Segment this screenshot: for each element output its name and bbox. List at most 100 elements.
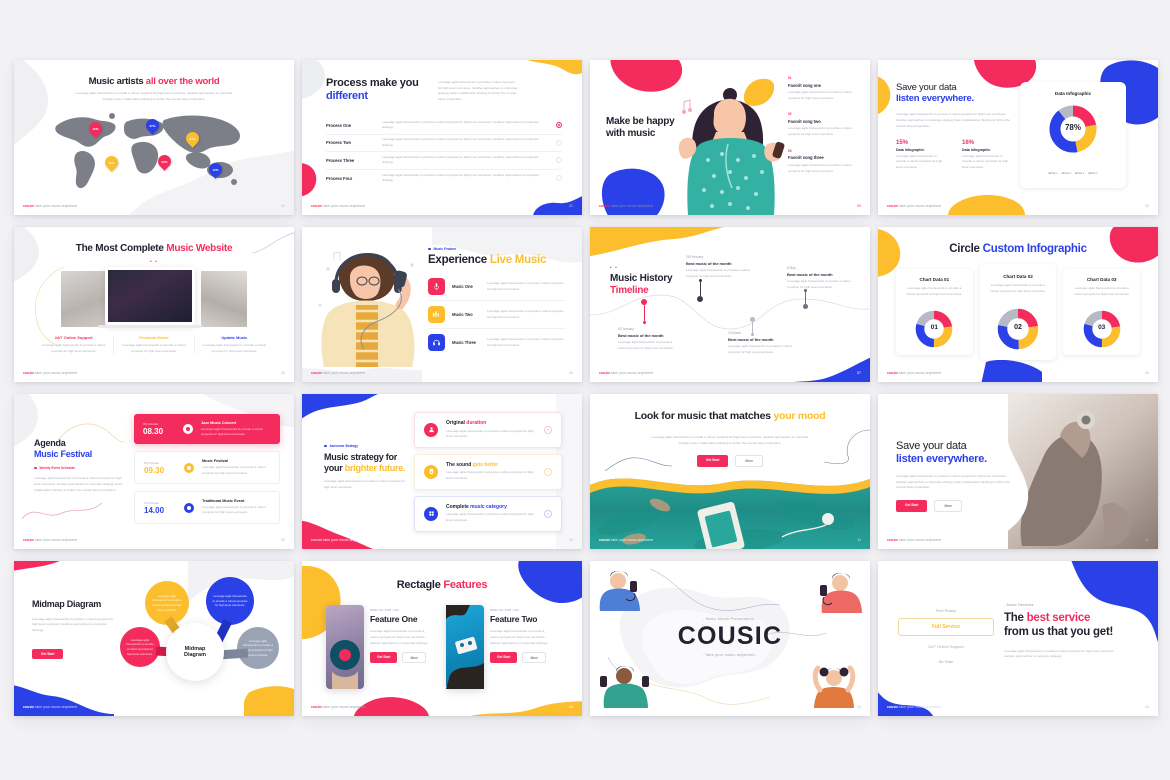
- slide-thumbnail-the-most-complete-music-website[interactable]: The Most Complete Music Website • • 24/7…: [14, 227, 294, 382]
- get-start-button[interactable]: Get Start: [896, 500, 928, 513]
- more-button[interactable]: More: [934, 500, 963, 513]
- person-illustration-bottom-right: [812, 665, 856, 708]
- chevron-right-icon[interactable]: ›: [544, 467, 552, 476]
- decorative-curve-right: [823, 429, 870, 464]
- map-pin[interactable]: 19%: [102, 153, 121, 172]
- map-pin[interactable]: 27%: [143, 116, 162, 135]
- process-description: Leverage agile frameworks to provide a r…: [382, 154, 539, 165]
- menu-item[interactable]: 24/7 Online Support: [898, 639, 994, 654]
- slide-thumbnail-music-artists-map[interactable]: Music artists all over the world Leverag…: [14, 60, 294, 215]
- agenda-item[interactable]: 10 October 14.00 Traditional Music Event…: [134, 491, 280, 525]
- slide-number: 12: [1145, 538, 1149, 542]
- slide-thumbnail-agenda-music-festival[interactable]: Agenda Music Festival Weekly Event Schedu…: [14, 394, 294, 549]
- favorite-song-item[interactable]: 01 Favorit song one Leverage agile frame…: [788, 76, 854, 101]
- process-radio[interactable]: [556, 175, 562, 182]
- cover-eyebrow: - Music Media Presentation -: [702, 617, 758, 621]
- slide-title: The Most Complete Music Website: [75, 243, 233, 254]
- process-row[interactable]: Process Two Leverage agile frameworks to…: [326, 135, 562, 152]
- more-button[interactable]: More: [402, 652, 427, 664]
- more-button[interactable]: More: [735, 455, 764, 467]
- more-button[interactable]: More: [522, 652, 547, 664]
- item-number: 01: [788, 76, 792, 80]
- chart-card[interactable]: Chart Data 02 Leverage agile frameworks …: [979, 264, 1057, 360]
- chevron-right-icon[interactable]: ›: [544, 425, 552, 434]
- chart-card[interactable]: Chart Data 01 Leverage agile frameworks …: [896, 269, 973, 355]
- slide-footer-brand: cousic take your music anywhere: [887, 538, 942, 542]
- timeline-node[interactable]: [803, 289, 808, 309]
- menu-item[interactable]: Be Rate: [898, 654, 994, 669]
- process-row[interactable]: Process Three Leverage agile frameworks …: [326, 152, 562, 170]
- event-label: Best music of the month: [618, 333, 664, 338]
- get-start-button[interactable]: Get Start: [696, 455, 729, 467]
- get-start-button[interactable]: Get Start: [490, 652, 518, 664]
- feature-description: Leverage agile frameworks to provide a r…: [487, 308, 564, 319]
- feature-column[interactable]: 24/7 Online Support Leverage agile frame…: [34, 335, 113, 354]
- item-label: Favorit song one: [788, 82, 821, 88]
- feature-block[interactable]: SPECIAL FOR YOU Feature One Leverage agi…: [326, 605, 428, 689]
- slide-thumbnail-music-history-timeline[interactable]: • • Music History Timeline 02 January Bes…: [590, 227, 870, 382]
- map-pin[interactable]: 12%: [206, 160, 225, 179]
- mindmap-center-node[interactable]: Midmap Diagram: [166, 623, 224, 681]
- music-feature-row[interactable]: Music One Leverage agile frameworks to p…: [428, 273, 566, 301]
- decorative-blob-pink: [302, 163, 317, 197]
- slide-thumbnail-circle-custom-infographic[interactable]: Circle Custom Infographic Chart Data 01 …: [878, 227, 1158, 382]
- agenda-time: 14.00: [144, 505, 165, 515]
- process-row[interactable]: Process Four Leverage agile frameworks t…: [326, 170, 562, 188]
- agenda-time: 08.30: [143, 427, 164, 437]
- get-start-button[interactable]: Get Start: [370, 652, 398, 664]
- slide-thumbnail-process-make-you-different[interactable]: Process make you different Leverage agile…: [302, 60, 582, 215]
- event-date: 02 January: [618, 327, 634, 331]
- slide-thumbnail-save-your-data-infographic[interactable]: Save your data listen everywhere. Leverag…: [878, 60, 1158, 215]
- slide-thumbnail-experience-live-music[interactable]: Music Feature Experience Live Music Musi…: [302, 227, 582, 382]
- data-infographic-card[interactable]: Data Infographic 78% ■Data 1 ■Data 2 ■Da…: [1020, 82, 1126, 188]
- timeline-node[interactable]: [697, 279, 703, 302]
- strategy-card[interactable]: Original duration Leverage agile framewo…: [414, 412, 562, 448]
- process-row[interactable]: Process One Leverage agile frameworks to…: [326, 117, 562, 135]
- menu-item[interactable]: Feel Ready: [898, 603, 994, 618]
- music-feature-row[interactable]: Music Two Leverage agile frameworks to p…: [428, 301, 566, 329]
- slide-thumbnail-make-be-happy-with-music[interactable]: Make be happy with music 01 Favorit song…: [590, 60, 870, 215]
- slide-description: Leverage agile frameworks to provide a r…: [34, 476, 123, 492]
- bullet-dot-icon: [34, 466, 37, 470]
- favorite-song-item[interactable]: 03 Favorit song three Leverage agile fra…: [788, 149, 854, 174]
- process-radio[interactable]: [556, 157, 562, 164]
- slide-thumbnail-rectagle-features[interactable]: Rectagle Features SPECIAL FOR YOU Featur…: [302, 561, 582, 716]
- agenda-marker-icon: [183, 424, 193, 435]
- slide-thumbnail-save-your-data-listen-everywhere[interactable]: Save your data listen everywhere. Leverag…: [878, 394, 1158, 549]
- favorite-song-item[interactable]: 02 Favorit song two Leverage agile frame…: [788, 112, 854, 137]
- strategy-card[interactable]: The sound gets better Leverage agile fra…: [414, 453, 562, 490]
- slide-title: Save your data listen everywhere.: [896, 440, 987, 465]
- slide-thumbnail-midmap-diagram[interactable]: Midmap Diagram Leverage agile frameworks…: [14, 561, 294, 716]
- laptop-frame: [105, 267, 195, 325]
- feature-column[interactable]: Update Music Leverage agile frameworks t…: [195, 335, 274, 354]
- agenda-item[interactable]: 08 October 09.30 Music Festival Leverage…: [134, 451, 280, 485]
- feature-block[interactable]: SPECIAL FOR YOU Feature Two Leverage agi…: [446, 605, 548, 689]
- timeline-node[interactable]: [641, 299, 647, 324]
- card-description: Leverage agile frameworks to provide a r…: [906, 286, 963, 296]
- slide-title: Agenda Music Festival: [34, 438, 93, 459]
- slide-thumbnail-the-best-service[interactable]: Feel Ready Full Service 24/7 Online Supp…: [878, 561, 1158, 716]
- get-start-button[interactable]: Get Start: [32, 648, 64, 659]
- map-pin[interactable]: 34%: [183, 129, 202, 148]
- feature-column[interactable]: Premium Music Leverage agile frameworks …: [113, 335, 195, 355]
- stat-item: 15% Data Infographic Leverage agile fram…: [896, 140, 944, 171]
- menu-item-active[interactable]: Full Service: [898, 618, 994, 636]
- slide-thumbnail-look-for-music-that-matches-your-mood[interactable]: Look for music that matches your mood Le…: [590, 394, 870, 549]
- process-radio[interactable]: [556, 139, 562, 146]
- event-description: Leverage agile frameworks to provide a r…: [618, 340, 674, 350]
- map-pin[interactable]: 22%: [155, 152, 174, 171]
- music-feature-row[interactable]: Music Three Leverage agile frameworks to…: [428, 329, 566, 356]
- chart-card[interactable]: Chart Data 03 Leverage agile frameworks …: [1063, 269, 1141, 355]
- chart-card-group: Chart Data 01 Leverage agile frameworks …: [896, 264, 1141, 360]
- slide-thumbnail-music-strategy[interactable]: Awesome Strategy Music strategy for your …: [302, 394, 582, 549]
- card-title: Chart Data 03: [1086, 277, 1117, 282]
- slide-thumbnail-cousic-cover[interactable]: - Music Media Presentation - COUSIC - Ta…: [590, 561, 870, 716]
- map-pin[interactable]: 15%: [86, 119, 105, 138]
- strategy-card[interactable]: Complete music category Leverage agile f…: [414, 495, 562, 532]
- agenda-item-active[interactable]: 06 October 08.30 Jazz Music Concert Leve…: [134, 414, 280, 445]
- donut-center-value: 78%: [1064, 123, 1081, 132]
- process-radio-selected[interactable]: [556, 122, 562, 129]
- event-description: Leverage agile frameworks to provide a r…: [787, 279, 851, 289]
- slide-number: 02: [569, 204, 573, 208]
- chevron-right-icon[interactable]: ›: [544, 509, 552, 518]
